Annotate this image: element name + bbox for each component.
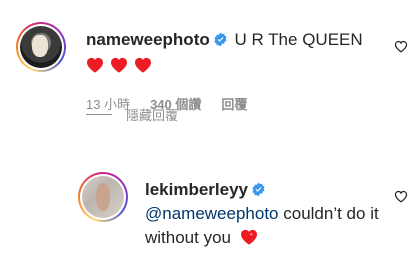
- reply-body: lekimberleyy @nameweephoto couldn’t do i…: [145, 178, 395, 250]
- reply-button[interactable]: 回覆: [221, 94, 247, 113]
- heart-emoji-icon: [135, 57, 151, 73]
- reply-avatar[interactable]: [78, 172, 128, 222]
- verified-badge-icon: [252, 182, 265, 197]
- sparkle-heart-emoji-icon: [240, 229, 257, 245]
- reply-comment: lekimberleyy @nameweephoto couldn’t do i…: [78, 172, 408, 252]
- verified-badge-icon: [214, 32, 227, 47]
- like-heart-icon[interactable]: [394, 40, 408, 53]
- heart-emoji-icon: [87, 57, 103, 73]
- comment-emoji-hearts: [86, 54, 158, 78]
- avatar-photo: [82, 176, 124, 218]
- comment: nameweephoto U R The QUEEN 13 小時 340 個讚 …: [16, 22, 408, 122]
- avatar-ring: [18, 24, 64, 70]
- comment-body: nameweephoto U R The QUEEN: [86, 28, 386, 78]
- heart-emoji-icon: [111, 57, 127, 73]
- avatar[interactable]: [16, 22, 66, 72]
- like-heart-icon[interactable]: [394, 190, 408, 203]
- avatar-photo: [20, 26, 62, 68]
- avatar-ring: [80, 174, 126, 220]
- hide-replies-divider: [86, 114, 112, 115]
- hide-replies-label: 隱藏回覆: [126, 108, 179, 123]
- reply-mention[interactable]: @nameweephoto: [145, 204, 279, 223]
- hide-replies-button[interactable]: 隱藏回覆: [86, 105, 178, 124]
- comment-text: U R The QUEEN: [234, 30, 363, 49]
- comment-username[interactable]: nameweephoto: [86, 30, 210, 49]
- reply-username[interactable]: lekimberleyy: [145, 180, 248, 199]
